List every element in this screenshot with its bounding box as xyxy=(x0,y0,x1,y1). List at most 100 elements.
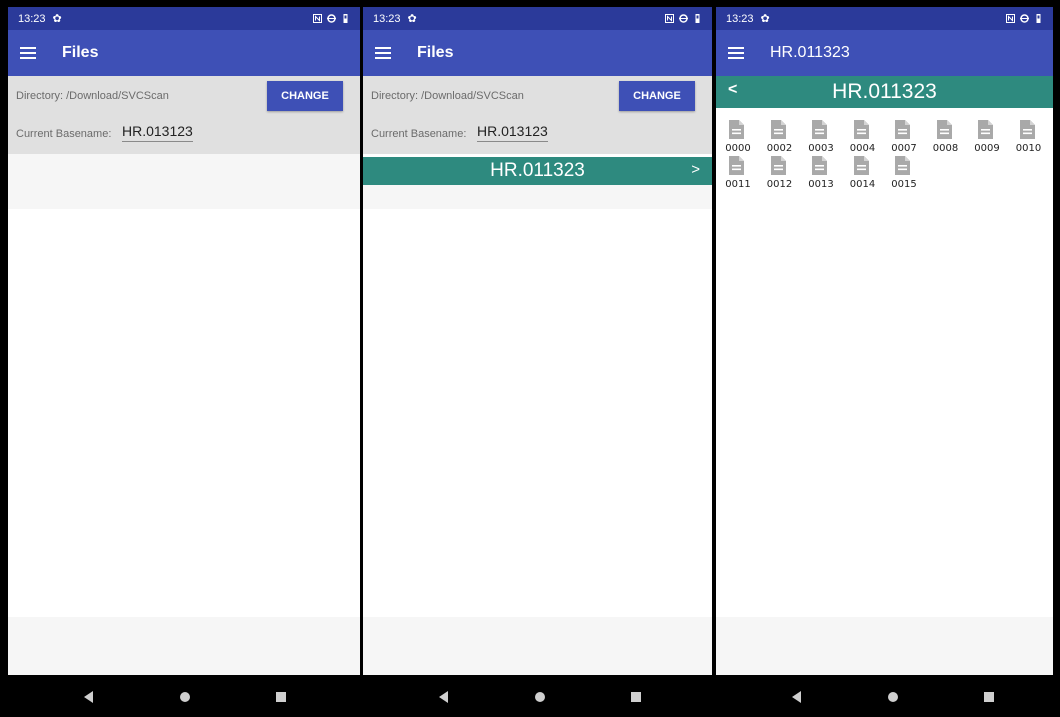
basename-field[interactable]: HR.013123 xyxy=(477,123,548,142)
nav-recents-icon[interactable] xyxy=(631,692,641,702)
file-name: 0014 xyxy=(849,179,876,190)
nav-home-icon[interactable] xyxy=(888,692,898,702)
nfc-icon xyxy=(1006,14,1015,23)
nav-back-icon[interactable] xyxy=(439,691,448,703)
basename-label: Current Basename: xyxy=(16,128,112,140)
system-icons xyxy=(1006,14,1043,23)
directory-label: Directory: /Download/SVCScan xyxy=(16,90,169,102)
sync-icon xyxy=(327,14,336,23)
file-item[interactable]: 0004 xyxy=(843,120,883,158)
status-bar: 13:23 ✿ xyxy=(8,7,360,30)
file-item[interactable]: 0003 xyxy=(801,120,841,158)
folder-name: HR.011323 xyxy=(490,160,585,181)
status-time: 13:23 xyxy=(726,12,754,25)
hamburger-menu-icon[interactable] xyxy=(20,47,36,59)
nav-bar xyxy=(716,675,1053,717)
app-bar: Files xyxy=(8,30,360,76)
bottom-area xyxy=(363,617,712,682)
file-name: 0003 xyxy=(808,143,834,154)
file-item[interactable]: 0010 xyxy=(1009,120,1049,158)
nav-bar xyxy=(363,675,712,717)
file-name: 0012 xyxy=(766,179,793,190)
document-icon xyxy=(853,156,869,175)
battery-icon xyxy=(1036,14,1041,23)
chevron-right-icon: > xyxy=(691,161,700,178)
file-item[interactable]: 0002 xyxy=(760,120,800,158)
basename-field[interactable]: HR.013123 xyxy=(122,123,193,142)
list-area xyxy=(8,154,360,209)
bottom-area xyxy=(8,617,360,682)
document-icon xyxy=(812,156,827,175)
document-icon xyxy=(936,120,952,139)
nav-bar xyxy=(8,675,360,717)
nav-home-icon[interactable] xyxy=(180,692,190,702)
nfc-icon xyxy=(313,14,322,23)
screen-folder-contents: 13:23 ✿ HR.011323 < HR.011323 0000 0002 00… xyxy=(716,7,1053,710)
status-time: 13:23 xyxy=(18,12,46,25)
chevron-left-icon[interactable]: < xyxy=(728,81,737,99)
nfc-icon xyxy=(665,14,674,23)
file-name: 0010 xyxy=(1015,143,1042,154)
file-item[interactable]: 0009 xyxy=(967,120,1007,158)
app-bar: HR.011323 xyxy=(716,30,1053,76)
app-bar-title: HR.011323 xyxy=(770,44,850,61)
directory-panel: Directory: /Download/SVCScan CHANGE Curr… xyxy=(8,76,360,154)
status-bar: 13:23 ✿ xyxy=(363,7,712,30)
directory-panel: Directory: /Download/SVCScan CHANGE Curr… xyxy=(363,76,712,154)
file-item[interactable]: 0000 xyxy=(718,120,758,158)
battery-icon xyxy=(343,14,348,23)
sync-icon xyxy=(679,14,688,23)
file-name: 0009 xyxy=(974,143,1000,154)
nav-home-icon[interactable] xyxy=(535,692,545,702)
file-name: 0011 xyxy=(725,179,751,190)
file-name: 0002 xyxy=(766,143,793,154)
system-icons xyxy=(313,14,350,23)
document-icon xyxy=(770,120,786,139)
system-icons xyxy=(665,14,702,23)
file-name: 0013 xyxy=(808,179,834,190)
file-name: 0007 xyxy=(891,143,917,154)
file-name: 0015 xyxy=(891,179,917,190)
screen-files-folder-list: 13:23 ✿ Files Directory: /Download/SVCSc… xyxy=(363,7,712,710)
status-time: 13:23 xyxy=(373,12,401,25)
app-bar: Files xyxy=(363,30,712,76)
bottom-area xyxy=(716,617,1053,682)
folder-row[interactable]: HR.011323 > xyxy=(363,157,712,185)
gear-icon: ✿ xyxy=(52,13,62,25)
file-item[interactable]: 0011 xyxy=(718,156,758,194)
battery-icon xyxy=(695,14,700,23)
file-name: 0000 xyxy=(725,143,751,154)
sync-icon xyxy=(1020,14,1029,23)
nav-back-icon[interactable] xyxy=(84,691,93,703)
change-button[interactable]: CHANGE xyxy=(619,81,695,111)
document-icon xyxy=(853,120,869,139)
file-item[interactable]: 0008 xyxy=(926,120,966,158)
file-name: 0008 xyxy=(932,143,959,154)
app-bar-title: Files xyxy=(417,44,454,61)
nav-recents-icon[interactable] xyxy=(984,692,994,702)
file-item[interactable]: 0013 xyxy=(801,156,841,194)
file-item[interactable]: 0014 xyxy=(843,156,883,194)
status-bar: 13:23 ✿ xyxy=(716,7,1053,30)
hamburger-menu-icon[interactable] xyxy=(728,47,744,59)
file-item[interactable]: 0012 xyxy=(760,156,800,194)
change-button[interactable]: CHANGE xyxy=(267,81,343,111)
nav-back-icon[interactable] xyxy=(792,691,801,703)
screen-files-directory: 13:23 ✿ Files Directory: /Download/SVCSc… xyxy=(8,7,360,710)
gear-icon: ✿ xyxy=(760,13,770,25)
document-icon xyxy=(812,120,827,139)
document-icon xyxy=(729,120,744,139)
folder-header-title: HR.011323 xyxy=(832,80,937,103)
basename-label: Current Basename: xyxy=(371,128,467,140)
file-item[interactable]: 0007 xyxy=(884,120,924,158)
file-item[interactable]: 0015 xyxy=(884,156,924,194)
document-icon xyxy=(1019,120,1035,139)
gear-icon: ✿ xyxy=(407,13,417,25)
nav-recents-icon[interactable] xyxy=(276,692,286,702)
directory-label: Directory: /Download/SVCScan xyxy=(371,90,524,102)
document-icon xyxy=(978,120,993,139)
list-area xyxy=(363,185,712,209)
app-bar-title: Files xyxy=(62,44,99,61)
hamburger-menu-icon[interactable] xyxy=(375,47,391,59)
folder-header: < HR.011323 xyxy=(716,76,1053,108)
